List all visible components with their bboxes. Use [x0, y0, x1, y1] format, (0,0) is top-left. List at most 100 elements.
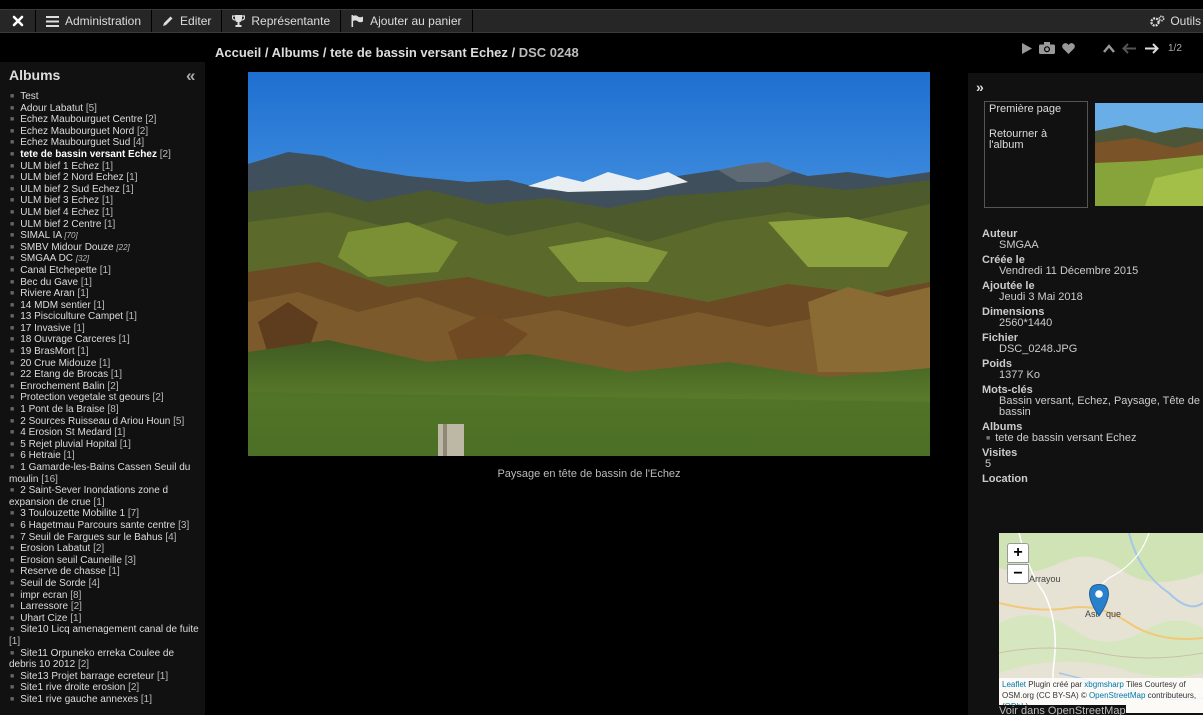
play-icon[interactable] — [1022, 42, 1032, 54]
album-list-item[interactable]: ■ Canal Etchepette [1] — [9, 265, 204, 277]
album-list-item[interactable]: ■ Echez Maubourguet Centre [2] — [9, 114, 204, 126]
added-value[interactable]: Jeudi 3 Mai 2018 — [982, 292, 1203, 303]
zoom-in-button[interactable]: + — [1007, 543, 1029, 563]
album-list-item[interactable]: ■ Riviere Aran [1] — [9, 288, 204, 300]
album-list-item[interactable]: ■ ULM bief 2 Sud Echez [1] — [9, 184, 204, 196]
album-list-item[interactable]: ■ 2 Sources Ruisseau d Ariou Houn [5] — [9, 416, 204, 428]
album-name: Erosion Labatut — [20, 543, 91, 555]
album-list-item[interactable]: ■ Enrochement Balin [2] — [9, 381, 204, 393]
album-count: [1] — [125, 311, 137, 323]
album-list-item[interactable]: ■ SIMAL IA [70] — [9, 230, 204, 242]
breadcrumb-albums[interactable]: Albums — [272, 45, 320, 60]
album-name: Enrochement Balin — [20, 380, 105, 392]
view-in-openstreetmap-link[interactable]: Voir dans OpenStreetMap — [999, 705, 1126, 715]
album-list-item[interactable]: ■ Reserve de chasse [1] — [9, 566, 204, 578]
album-link[interactable]: ■ tete de bassin versant Echez — [982, 433, 1203, 444]
camera-icon[interactable] — [1039, 42, 1055, 54]
album-list-item[interactable]: ■ Erosion seuil Cauneille [3] — [9, 555, 204, 567]
location-marker-icon[interactable] — [1088, 583, 1110, 617]
album-list-item[interactable]: ■ Uhart Cize [1] — [9, 613, 204, 625]
album-list-item[interactable]: ■ 17 Invasive [1] — [9, 323, 204, 335]
album-list-item[interactable]: ■ 2 Saint-Sever Inondations zone d expans… — [9, 485, 204, 508]
landscape-photo — [248, 72, 930, 456]
album-list-item[interactable]: ■ Erosion Labatut [2] — [9, 543, 204, 555]
album-list-item[interactable]: ■ 5 Rejet pluvial Hopital [1] — [9, 439, 204, 451]
album-list-item[interactable]: ■ ULM bief 2 Centre [1] — [9, 219, 204, 231]
location-map[interactable]: Arrayou Ast que s + − Leaflet Plugin cré… — [999, 533, 1203, 713]
album-list-item[interactable]: ■ Echez Maubourguet Sud [4] — [9, 137, 204, 149]
first-page-link[interactable]: Première page — [989, 104, 1083, 115]
album-list-item[interactable]: ■ Protection vegetale st geours [2] — [9, 392, 204, 404]
album-list-item[interactable]: ■ Seuil de Sorde [4] — [9, 578, 204, 590]
album-list-item[interactable]: ■ ULM bief 1 Echez [1] — [9, 161, 204, 173]
album-name: 2 Saint-Sever Inondations zone d expansi… — [9, 485, 169, 508]
album-list-item[interactable]: ■ ULM bief 3 Echez [1] — [9, 195, 204, 207]
album-name: 14 MDM sentier — [20, 299, 91, 311]
chevron-up-icon[interactable] — [1103, 43, 1115, 53]
arrow-left-icon[interactable] — [1122, 42, 1137, 54]
album-list-item[interactable]: ■ 1 Pont de la Braise [8] — [9, 404, 204, 416]
tools-button[interactable]: Outils — [1150, 10, 1203, 32]
album-name: 20 Crue Midouze — [20, 357, 97, 369]
bullet-icon: ■ — [10, 695, 15, 703]
representative-button[interactable]: Représentante — [222, 10, 342, 32]
arrow-right-icon[interactable] — [1144, 42, 1159, 54]
heart-icon[interactable] — [1062, 42, 1075, 54]
created-value[interactable]: Vendredi 11 Décembre 2015 — [982, 266, 1203, 277]
album-list-item[interactable]: ■ 14 MDM sentier [1] — [9, 300, 204, 312]
album-list-item[interactable]: ■ 6 Hagetmau Parcours sante centre [3] — [9, 520, 204, 532]
back-to-album-link[interactable]: Retourner à l'album — [989, 129, 1083, 151]
bullet-icon: ■ — [10, 93, 15, 100]
album-list-item[interactable]: ■ Adour Labatut [5] — [9, 103, 204, 115]
album-list-item[interactable]: ■ Bec du Gave [1] — [9, 277, 204, 289]
album-count: [1] — [63, 450, 75, 462]
album-list-item[interactable]: ■ 7 Seuil de Fargues sur le Bahus [4] — [9, 532, 204, 544]
album-list-item[interactable]: ■ Site1 rive gauche annexes [1] — [9, 694, 204, 706]
breadcrumb-home[interactable]: Accueil — [215, 45, 261, 60]
album-list-item[interactable]: ■ 13 Pisciculture Campet [1] — [9, 311, 204, 323]
album-list-item[interactable]: ■ Site11 Orpuneko erreka Coulee de debris… — [9, 648, 204, 671]
album-list-item[interactable]: ■ Site10 Licq amenagement canal de fuite … — [9, 624, 204, 647]
album-list-item[interactable]: ■ Site1 rive droite erosion [2] — [9, 682, 204, 694]
album-list-item[interactable]: ■ 4 Erosion St Medard [1] — [9, 427, 204, 439]
administration-button[interactable]: Administration — [36, 10, 153, 32]
collapse-sidebar-button[interactable]: « — [186, 66, 195, 86]
album-list-item[interactable]: ■ SMBV Midour Douze [22] — [9, 242, 204, 254]
album-list-item[interactable]: ■ 6 Hetraie [1] — [9, 450, 204, 462]
expand-panel-button[interactable]: » — [976, 79, 984, 95]
album-list-item[interactable]: ■ Larressore [2] — [9, 601, 204, 613]
zoom-out-button[interactable]: − — [1007, 564, 1029, 584]
album-list-item[interactable]: ■ 22 Etang de Brocas [1] — [9, 369, 204, 381]
album-list-item[interactable]: ■ 3 Toulouzette Mobilite 1 [7] — [9, 508, 204, 520]
album-list-item[interactable]: ■ ULM bief 4 Echez [1] — [9, 207, 204, 219]
album-list-item[interactable]: ■ ULM bief 2 Nord Echez [1] — [9, 172, 204, 184]
album-list-item[interactable]: ■ 1 Gamarde-les-Bains Cassen Seuil du mou… — [9, 462, 204, 485]
album-list-item[interactable]: ■ 19 BrasMort [1] — [9, 346, 204, 358]
album-count: [3] — [178, 519, 190, 531]
edit-button[interactable]: Editer — [152, 10, 223, 32]
album-list-item[interactable]: ■ tete de bassin versant Echez [2] — [9, 149, 204, 161]
openstreetmap-link[interactable]: OpenStreetMap — [1089, 691, 1145, 700]
next-photo-thumbnail[interactable] — [1095, 103, 1203, 206]
album-count: [1] — [99, 264, 111, 276]
album-count: [1] — [70, 612, 82, 624]
album-list-item[interactable]: ■ Site13 Projet barrage ecreteur [1] — [9, 671, 204, 683]
plugin-author-link[interactable]: xbgmsharp — [1084, 680, 1124, 689]
album-list-item[interactable]: ■ Test — [9, 91, 204, 103]
album-name: 6 Hetraie — [20, 450, 61, 462]
album-list-item[interactable]: ■ Echez Maubourguet Nord [2] — [9, 126, 204, 138]
album-list-item[interactable]: ■ 18 Ouvrage Carceres [1] — [9, 334, 204, 346]
album-count: [1] — [93, 299, 105, 311]
album-list-item[interactable]: ■ impr ecran [8] — [9, 590, 204, 602]
breadcrumb-album[interactable]: tete de bassin versant Echez — [330, 45, 508, 60]
album-list-item[interactable]: ■ 20 Crue Midouze [1] — [9, 358, 204, 370]
album-list-item[interactable]: ■ SMGAA DC [32] — [9, 253, 204, 265]
weight-value: 1377 Ko — [999, 369, 1040, 381]
album-count: [4] — [133, 137, 145, 149]
keywords-value[interactable]: Bassin versant, Echez, Paysage, Tête de … — [982, 396, 1203, 418]
leaflet-link[interactable]: Leaflet — [1002, 680, 1026, 689]
bullet-icon: ■ — [10, 208, 15, 216]
main-photo[interactable] — [248, 72, 930, 456]
close-button[interactable] — [0, 10, 36, 32]
add-to-cart-button[interactable]: Ajouter au panier — [341, 10, 473, 32]
